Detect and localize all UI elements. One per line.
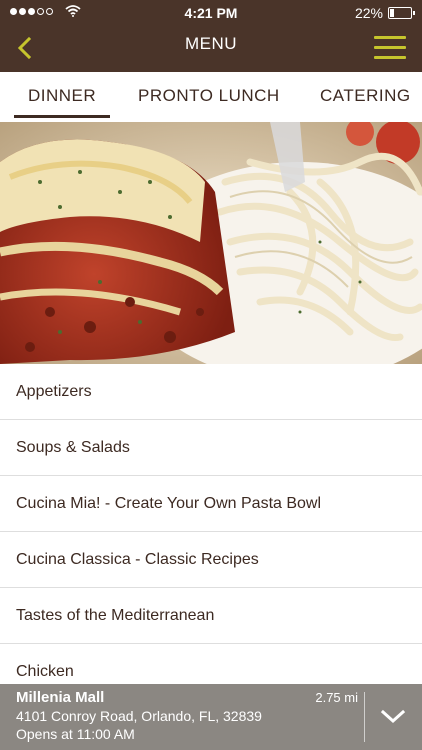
battery-status: 22% bbox=[354, 5, 415, 21]
page-title: MENU bbox=[184, 34, 238, 53]
tab-catering[interactable]: CATERING bbox=[320, 86, 411, 106]
list-item-chicken[interactable]: Chicken bbox=[0, 644, 422, 684]
battery-icon bbox=[388, 7, 415, 19]
tab-dinner[interactable]: DINNER bbox=[13, 86, 111, 118]
list-item-mediterranean[interactable]: Tastes of the Mediterranean bbox=[0, 588, 422, 644]
location-address: 4101 Conroy Road, Orlando, FL, 32839 bbox=[16, 708, 262, 724]
list-item-appetizers[interactable]: Appetizers bbox=[0, 364, 422, 420]
hero-food-image bbox=[0, 122, 422, 364]
tab-pronto-lunch[interactable]: PRONTO LUNCH bbox=[138, 86, 280, 106]
divider bbox=[364, 692, 365, 742]
nav-bar: MENU bbox=[0, 26, 422, 72]
location-hours: Opens at 11:00 AM bbox=[16, 726, 135, 742]
chevron-down-icon bbox=[380, 709, 406, 724]
menu-tabs: DINNER PRONTO LUNCH CATERING bbox=[0, 72, 422, 122]
list-item-cucina-mia[interactable]: Cucina Mia! - Create Your Own Pasta Bowl bbox=[0, 476, 422, 532]
list-item-cucina-classica[interactable]: Cucina Classica - Classic Recipes bbox=[0, 532, 422, 588]
status-bar: 4:21 PM 22% bbox=[0, 0, 422, 26]
location-distance: 2.75 mi bbox=[315, 690, 358, 705]
battery-percent: 22% bbox=[354, 5, 383, 21]
location-bar[interactable]: Millenia Mall 4101 Conroy Road, Orlando,… bbox=[0, 684, 422, 750]
expand-location-button[interactable] bbox=[380, 704, 406, 730]
location-name: Millenia Mall bbox=[16, 689, 105, 706]
hamburger-menu-button[interactable] bbox=[374, 36, 406, 59]
menu-category-list: Appetizers Soups & Salads Cucina Mia! - … bbox=[0, 364, 422, 684]
list-item-soups-salads[interactable]: Soups & Salads bbox=[0, 420, 422, 476]
